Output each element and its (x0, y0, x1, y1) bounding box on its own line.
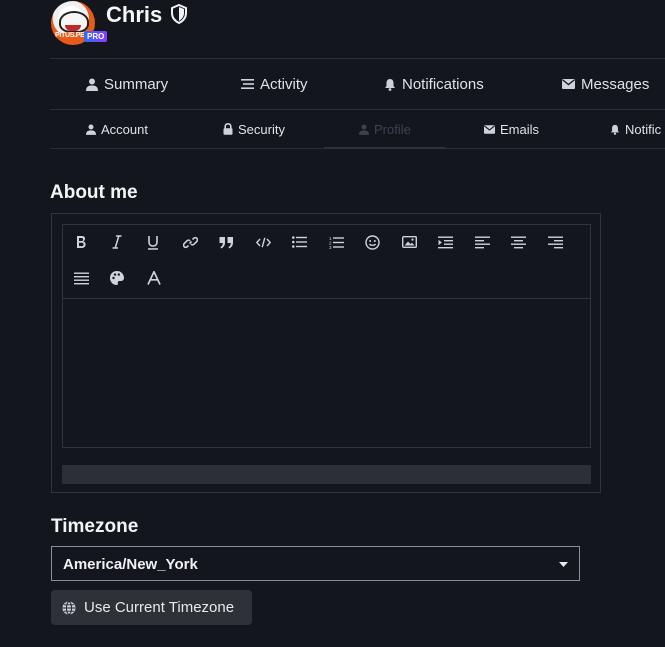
link-button[interactable] (178, 230, 202, 254)
justify-button[interactable] (69, 266, 93, 290)
bulleted-list-icon (291, 236, 307, 248)
font-button[interactable] (142, 266, 166, 290)
tab-emails[interactable]: Emails (484, 110, 539, 148)
tab-profile[interactable]: Profile (324, 110, 446, 149)
avatar-text: PITUS.PE (53, 32, 87, 39)
align-right-button[interactable] (543, 230, 567, 254)
tab-label: Summary (104, 75, 169, 93)
primary-tabs: Summary Activity Notifications Messages (50, 58, 665, 110)
tab-summary[interactable]: Summary (86, 59, 168, 109)
caret-down-icon (559, 562, 568, 567)
palette-icon (110, 271, 124, 285)
color-button[interactable] (105, 266, 129, 290)
tab-label: Security (238, 121, 285, 137)
about-me-editor: 1 2 3 (51, 213, 601, 493)
globe-icon (62, 600, 76, 615)
tab-account[interactable]: Account (86, 110, 148, 148)
svg-text:3: 3 (329, 244, 332, 248)
quote-button[interactable] (214, 230, 238, 254)
underline-icon (148, 235, 158, 250)
lock-icon (223, 123, 233, 135)
use-current-timezone-button[interactable]: Use Current Timezone (51, 590, 252, 625)
username: Chris (106, 2, 163, 27)
image-button[interactable] (397, 230, 421, 254)
about-me-textarea[interactable] (63, 298, 590, 448)
tab-security[interactable]: Security (223, 110, 285, 148)
tab-label: Activity (260, 75, 308, 93)
editor-status-bar (62, 465, 591, 484)
quote-icon (219, 236, 233, 248)
user-icon (359, 124, 369, 135)
indent-button[interactable] (433, 230, 457, 254)
user-icon (86, 124, 96, 135)
align-left-icon (474, 236, 490, 248)
link-icon (182, 236, 198, 248)
tab-notifications-settings[interactable]: Notific (610, 110, 661, 148)
italic-button[interactable] (105, 230, 129, 254)
envelope-icon (484, 124, 495, 134)
use-current-timezone-label: Use Current Timezone (84, 599, 235, 616)
align-center-icon (510, 236, 526, 248)
tab-label: Profile (374, 121, 411, 137)
editor-frame: 1 2 3 (62, 224, 591, 448)
tab-label: Account (101, 121, 148, 137)
bold-icon (77, 236, 86, 248)
user-icon (86, 78, 98, 91)
tab-label: Messages (581, 75, 650, 93)
timezone-heading: Timezone (51, 516, 139, 537)
tab-messages[interactable]: Messages (562, 59, 649, 109)
bell-icon (385, 78, 395, 91)
envelope-icon (562, 79, 575, 89)
align-right-icon (547, 236, 563, 248)
tab-label: Emails (500, 121, 540, 137)
pro-badge: PRO (84, 31, 108, 42)
timezone-select[interactable]: America/New_York (51, 546, 580, 581)
bold-button[interactable] (69, 230, 93, 254)
emoji-button[interactable] (360, 230, 384, 254)
italic-icon (112, 235, 122, 249)
tab-label: Notifications (402, 75, 484, 93)
tab-notifications[interactable]: Notifications (384, 59, 484, 109)
indent-icon (437, 236, 453, 248)
numbered-list-button[interactable]: 1 2 3 (324, 230, 348, 254)
editor-toolbar: 1 2 3 (63, 225, 590, 299)
tab-label: Notific (625, 121, 662, 137)
list-icon (241, 79, 254, 89)
about-me-heading: About me (50, 182, 138, 203)
bulleted-list-button[interactable] (287, 230, 311, 254)
code-icon (255, 237, 271, 247)
font-icon (147, 271, 161, 285)
bell-icon (610, 124, 620, 135)
shield-icon (171, 4, 187, 24)
emoji-icon (364, 234, 380, 250)
align-center-button[interactable] (506, 230, 530, 254)
code-button[interactable] (251, 230, 275, 254)
justify-icon (73, 272, 89, 284)
tab-activity[interactable]: Activity (241, 59, 308, 109)
secondary-tabs: Account Security Profile Emails Notific (50, 110, 665, 149)
image-icon (401, 236, 417, 248)
profile-settings-page: PITUS.PE PRO Chris Summary Activity Noti… (0, 0, 665, 647)
underline-button[interactable] (141, 230, 165, 254)
profile-header: PITUS.PE PRO Chris (50, 0, 665, 48)
numbered-list-icon: 1 2 3 (329, 236, 344, 249)
timezone-selected-value: America/New_York (63, 556, 198, 573)
align-left-button[interactable] (470, 230, 494, 254)
